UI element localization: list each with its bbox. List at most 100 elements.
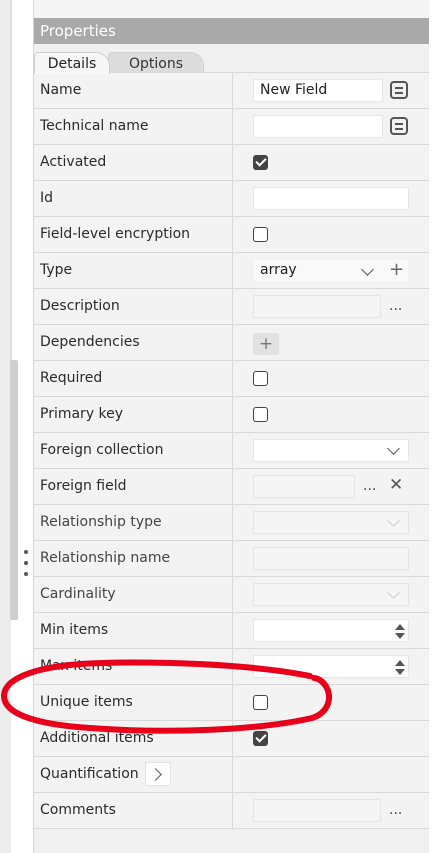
relationship-name-input[interactable] (253, 547, 409, 570)
row-quantification: Quantification (34, 757, 429, 793)
row-label: Quantification (40, 766, 139, 782)
add-dependency-button[interactable]: + (253, 333, 279, 355)
technical-name-input[interactable] (253, 115, 383, 138)
relationship-type-select[interactable] (253, 511, 409, 534)
id-input[interactable] (253, 187, 409, 210)
properties-grid: Name New Field Technical name Activated … (34, 72, 429, 829)
type-select[interactable]: array (253, 259, 409, 282)
row-name: Name New Field (34, 73, 429, 109)
column-divider (232, 109, 233, 144)
chevron-right-icon (149, 768, 162, 781)
column-divider (232, 505, 233, 540)
list-lines-icon[interactable] (390, 117, 408, 135)
max-items-input[interactable] (253, 655, 409, 678)
column-divider (232, 469, 233, 504)
spinner-up-icon[interactable] (395, 624, 405, 630)
column-divider (232, 433, 233, 468)
row-label: Relationship name (40, 550, 171, 566)
column-divider (232, 73, 233, 108)
row-required: Required (34, 361, 429, 397)
ellipsis-icon[interactable]: ... (363, 479, 376, 493)
column-divider (232, 757, 233, 792)
row-additional-items: Additional items (34, 721, 429, 757)
row-label: Additional items (40, 730, 154, 746)
unique-items-checkbox[interactable] (253, 695, 268, 710)
row-label: Primary key (40, 406, 124, 422)
column-divider (232, 685, 233, 720)
name-input[interactable]: New Field (253, 79, 383, 102)
row-primary-key: Primary key (34, 397, 429, 433)
row-label: Activated (40, 154, 107, 170)
quantification-expand-button[interactable] (145, 762, 171, 786)
ellipsis-icon[interactable]: ... (389, 803, 402, 817)
column-divider (232, 721, 233, 756)
primary-key-checkbox[interactable] (253, 407, 268, 422)
list-lines-icon[interactable] (390, 81, 408, 99)
row-label: Description (40, 298, 120, 314)
plus-icon[interactable]: + (389, 261, 404, 279)
row-min-items: Min items (34, 613, 429, 649)
row-comments: Comments ... (34, 793, 429, 829)
row-label: Id (40, 190, 54, 206)
comments-input[interactable] (253, 799, 381, 822)
properties-panel: Properties Options Details Name New Fiel… (33, 0, 429, 853)
column-divider (232, 541, 233, 576)
row-field-level-encryption: Field-level encryption (34, 217, 429, 253)
row-label: Cardinality (40, 586, 116, 602)
description-input[interactable] (253, 295, 381, 318)
row-dependencies: Dependencies + (34, 325, 429, 361)
ellipsis-icon[interactable]: ... (389, 299, 402, 313)
spinner-arrows-icon[interactable] (395, 624, 405, 639)
splitter-dot (24, 550, 28, 554)
min-items-input[interactable] (253, 619, 409, 642)
row-id: Id (34, 181, 429, 217)
row-type: Type array + (34, 253, 429, 289)
row-relationship-name: Relationship name (34, 541, 429, 577)
row-label: Name (40, 82, 82, 98)
row-label: Max items (40, 658, 113, 674)
left-strip-line (10, 0, 12, 360)
row-foreign-field: Foreign field ... ✕ (34, 469, 429, 505)
activated-checkbox[interactable] (253, 155, 268, 170)
left-scrollbar-thumb[interactable] (10, 360, 18, 620)
row-label: Relationship type (40, 514, 162, 530)
row-cardinality: Cardinality (34, 577, 429, 613)
left-scroll-strip (0, 0, 18, 853)
row-label: Unique items (40, 694, 133, 710)
field-level-encryption-checkbox[interactable] (253, 227, 268, 242)
x-icon[interactable]: ✕ (389, 477, 403, 494)
tab-options[interactable]: Options (108, 52, 204, 74)
tab-details[interactable]: Details (34, 52, 110, 74)
column-divider (232, 649, 233, 684)
panel-title: Properties (34, 18, 429, 44)
foreign-collection-select[interactable] (253, 439, 409, 462)
row-label: Foreign collection (40, 442, 164, 458)
panel-splitter-handle[interactable] (22, 550, 30, 576)
row-unique-items: Unique items (34, 685, 429, 721)
column-divider (232, 577, 233, 612)
column-divider (232, 289, 233, 324)
spinner-down-icon[interactable] (395, 669, 405, 675)
column-divider (232, 397, 233, 432)
spinner-arrows-icon[interactable] (395, 660, 405, 675)
splitter-dot (24, 572, 28, 576)
row-description: Description ... (34, 289, 429, 325)
row-relationship-type: Relationship type (34, 505, 429, 541)
splitter-dot (24, 561, 28, 565)
row-label: Required (40, 370, 103, 386)
cardinality-select[interactable] (253, 583, 409, 606)
column-divider (232, 361, 233, 396)
column-divider (232, 217, 233, 252)
row-label: Dependencies (40, 334, 140, 350)
required-checkbox[interactable] (253, 371, 268, 386)
spinner-down-icon[interactable] (395, 633, 405, 639)
row-max-items: Max items (34, 649, 429, 685)
spinner-up-icon[interactable] (395, 660, 405, 666)
row-label: Comments (40, 802, 116, 818)
column-divider (232, 145, 233, 180)
row-label: Foreign field (40, 478, 127, 494)
foreign-field-input[interactable] (253, 475, 355, 498)
column-divider (232, 253, 233, 288)
row-foreign-collection: Foreign collection (34, 433, 429, 469)
additional-items-checkbox[interactable] (253, 731, 268, 746)
